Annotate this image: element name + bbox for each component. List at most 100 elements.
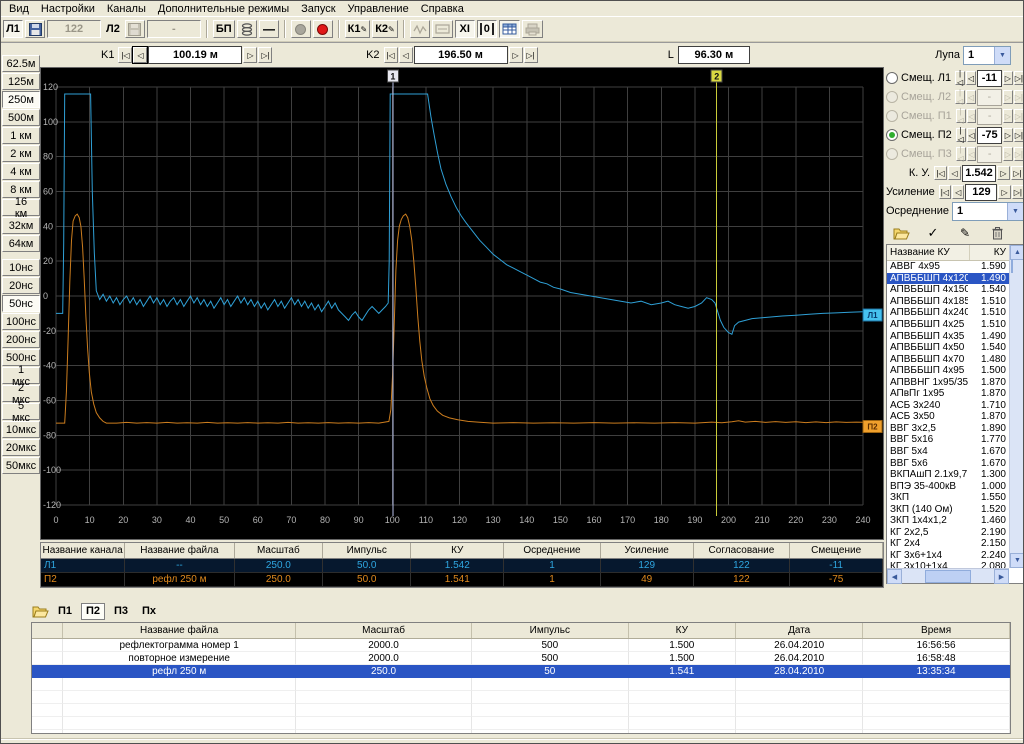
zero-offset-button[interactable]: 0 xyxy=(477,20,497,38)
channel-row-П2[interactable]: П2рефл 250 м250.050.01.541149122-75 xyxy=(41,573,883,587)
scroll-up-icon[interactable]: ▲ xyxy=(1010,245,1024,260)
spin-right-button[interactable]: ▷ xyxy=(1003,90,1013,104)
spin-left-button[interactable]: ◁ xyxy=(967,128,977,142)
k1-home-button[interactable]: |◁ xyxy=(118,47,132,63)
pulse-width-button-20нс[interactable]: 20нс xyxy=(2,277,40,294)
k1-left-button[interactable]: ◁ xyxy=(133,47,147,63)
list-item[interactable]: ЗКП1.550 xyxy=(887,492,1009,504)
value-field[interactable]: - xyxy=(977,108,1002,125)
menu-item-1[interactable]: Вид xyxy=(5,2,37,16)
tab-П3[interactable]: П3 xyxy=(109,603,133,620)
pulse-width-button-5мкс[interactable]: 5 мкс xyxy=(2,403,40,420)
spin-end-button[interactable]: ▷| xyxy=(1014,128,1024,142)
list-item[interactable]: АСБ 3х501.870 xyxy=(887,411,1009,423)
list-item[interactable]: АПВББШП 4х251.510 xyxy=(887,319,1009,331)
k1-right-button[interactable]: ▷ xyxy=(243,47,257,63)
pulse-width-button-50нс[interactable]: 50нс xyxy=(2,295,40,312)
spin-left-button[interactable]: ◁ xyxy=(966,71,976,85)
delete-ku-button[interactable] xyxy=(988,225,1006,241)
range-button-4км[interactable]: 4 км xyxy=(2,163,40,180)
spin-left-button[interactable]: ◁ xyxy=(948,166,961,180)
list-item[interactable]: ВПЭ 35-400кВ1.000 xyxy=(887,480,1009,492)
stack-icon-button[interactable] xyxy=(237,20,257,38)
spin-right-button[interactable]: ▷ xyxy=(1003,128,1013,142)
pulse-width-button-10мкс[interactable]: 10мкс xyxy=(2,421,40,438)
range-button-64км[interactable]: 64км xyxy=(2,235,40,252)
spin-home-button[interactable]: |◁ xyxy=(956,147,966,161)
averaging-select[interactable]: 1▼ xyxy=(952,202,1024,221)
spin-left-button[interactable]: ◁ xyxy=(967,109,977,123)
list-item[interactable]: АПВББШП 4х501.540 xyxy=(887,342,1009,354)
range-button-500м[interactable]: 500м xyxy=(2,109,40,126)
radio-Смещ--П3[interactable] xyxy=(886,148,898,160)
spin-home-button[interactable]: |◁ xyxy=(955,90,965,104)
spin-left-button[interactable]: ◁ xyxy=(952,185,964,199)
waveform-icon-button[interactable] xyxy=(410,20,430,38)
list-item[interactable]: АПВББШП 4х1501.540 xyxy=(887,284,1009,296)
menu-item-2[interactable]: Настройки xyxy=(37,2,103,16)
range-button-32км[interactable]: 32км xyxy=(2,217,40,234)
waveform-plot[interactable]: 0102030405060708090100110120130140150160… xyxy=(40,67,884,540)
open-file-button[interactable] xyxy=(31,603,49,619)
k2-right-button[interactable]: ▷ xyxy=(509,47,523,63)
spin-right-button[interactable]: ▷ xyxy=(1003,71,1013,85)
spin-end-button[interactable]: ▷| xyxy=(1014,71,1024,85)
k2-home-button[interactable]: |◁ xyxy=(384,47,398,63)
list-item[interactable]: АПВББШП 4х1851.510 xyxy=(887,296,1009,308)
pulse-width-button-200нс[interactable]: 200нс xyxy=(2,331,40,348)
record-button[interactable] xyxy=(313,20,333,38)
list-item[interactable]: КГ 3х10+1х42.080 xyxy=(887,561,1009,568)
value-field[interactable]: -75 xyxy=(977,127,1002,144)
list-item[interactable]: КГ 3х6+1х42.240 xyxy=(887,550,1009,562)
line-icon-button[interactable] xyxy=(259,20,279,38)
spin-left-button[interactable]: ◁ xyxy=(966,90,976,104)
list-item[interactable]: ВКПАшП 2.1х9,71.300 xyxy=(887,469,1009,481)
x-cursor-button[interactable]: ХI xyxy=(455,20,475,38)
tab-П1[interactable]: П1 xyxy=(53,603,77,620)
spin-home-button[interactable]: |◁ xyxy=(939,185,951,199)
spin-end-button[interactable]: ▷| xyxy=(1014,90,1024,104)
radio-Смещ--Л2[interactable] xyxy=(886,91,898,103)
radio-Смещ--Л1[interactable] xyxy=(886,72,898,84)
edit-ku-button[interactable]: ✎ xyxy=(956,225,974,241)
spin-right-button[interactable]: ▷ xyxy=(1003,147,1013,161)
range-button-625м[interactable]: 62.5м xyxy=(2,55,40,72)
value-field[interactable]: -11 xyxy=(977,70,1002,87)
list-item[interactable]: КГ 2х42.150 xyxy=(887,538,1009,550)
spin-left-button[interactable]: ◁ xyxy=(967,147,977,161)
table-row[interactable]: рефлектограмма номер 12000.05001.50026.0… xyxy=(32,639,1010,652)
spin-home-button[interactable]: |◁ xyxy=(934,166,947,180)
list-item[interactable]: ВВГ 5х61.670 xyxy=(887,457,1009,469)
spin-right-button[interactable]: ▷ xyxy=(997,166,1010,180)
vertical-scrollbar[interactable]: ▲ ▼ xyxy=(1009,245,1024,568)
list-item[interactable]: КГ 2х2,52.190 xyxy=(887,527,1009,539)
horizontal-scrollbar[interactable]: ◀ ▶ xyxy=(887,568,1009,583)
pulse-width-button-20мкс[interactable]: 20мкс xyxy=(2,439,40,456)
list-item[interactable]: ЗКП 1х4х1,21.460 xyxy=(887,515,1009,527)
print-button[interactable] xyxy=(522,20,543,38)
table-view-button[interactable] xyxy=(499,20,520,38)
menu-item-7[interactable]: Справка xyxy=(417,2,472,16)
list-item[interactable]: АПВББШП 4х2401.510 xyxy=(887,307,1009,319)
scrollbar-thumb[interactable] xyxy=(1011,259,1013,273)
pulse-width-button-100нс[interactable]: 100нс xyxy=(2,313,40,330)
range-button-1км[interactable]: 1 км xyxy=(2,127,40,144)
value-field[interactable]: - xyxy=(977,146,1002,163)
menu-item-6[interactable]: Управление xyxy=(344,2,417,16)
radio-Смещ--П1[interactable] xyxy=(886,110,898,122)
k2-left-button[interactable]: ◁ xyxy=(399,47,413,63)
range-button-2км[interactable]: 2 км xyxy=(2,145,40,162)
list-item[interactable]: АПВВНГ 1х95/351.870 xyxy=(887,376,1009,388)
column-header-name[interactable]: Название КУ xyxy=(887,245,970,260)
menu-item-4[interactable]: Дополнительные режимы xyxy=(154,2,297,16)
list-item[interactable]: ВВГ 5х41.670 xyxy=(887,446,1009,458)
spin-end-button[interactable]: ▷| xyxy=(1014,147,1024,161)
range-button-250м[interactable]: 250м xyxy=(2,91,40,108)
value-field[interactable]: 129 xyxy=(965,184,997,201)
table-row[interactable]: повторное измерение2000.05001.50026.04.2… xyxy=(32,652,1010,665)
list-item[interactable]: ВВГ 5х161.770 xyxy=(887,434,1009,446)
range-button-16км[interactable]: 16 км xyxy=(2,199,40,216)
tab-П2[interactable]: П2 xyxy=(81,603,105,620)
list-item[interactable]: ВВГ 3х2,51.890 xyxy=(887,423,1009,435)
k1-edit-button[interactable]: К1✎ xyxy=(345,20,371,38)
